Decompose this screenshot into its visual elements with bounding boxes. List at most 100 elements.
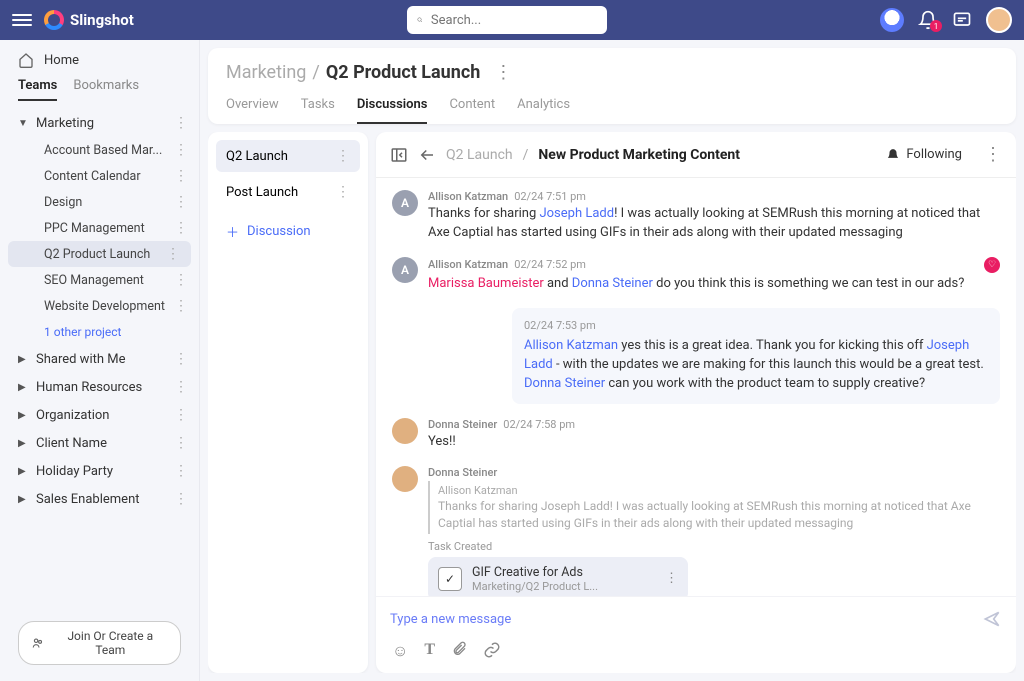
msg-author[interactable]: Donna Steiner xyxy=(428,466,497,479)
disc-menu[interactable]: ⋮ xyxy=(336,148,350,164)
composer-placeholder: Type a new message xyxy=(390,612,511,627)
item-menu[interactable]: ⋮ xyxy=(174,491,189,507)
home-link[interactable]: Home xyxy=(0,40,199,78)
text-format-icon[interactable]: T xyxy=(424,641,435,661)
mention[interactable]: Joseph Ladd xyxy=(539,206,614,221)
item-menu[interactable]: ⋮ xyxy=(174,194,189,210)
other-projects-link[interactable]: 1 other project xyxy=(0,319,199,345)
team-org[interactable]: ▶Organization⋮ xyxy=(0,401,199,429)
home-icon xyxy=(18,52,34,68)
msg-time: 02/24 7:51 pm xyxy=(514,190,586,203)
team-marketing[interactable]: ▼ Marketing ⋮ xyxy=(0,109,199,137)
mention[interactable]: Donna Steiner xyxy=(572,276,653,291)
message-composer[interactable]: Type a new message xyxy=(376,596,1016,641)
tab-tasks[interactable]: Tasks xyxy=(301,97,335,124)
send-icon[interactable] xyxy=(982,609,1002,629)
tab-content[interactable]: Content xyxy=(449,97,495,124)
chevron-right-icon: ▶ xyxy=(18,410,30,421)
tab-overview[interactable]: Overview xyxy=(226,97,279,124)
avatar[interactable]: A xyxy=(392,190,418,216)
attachment-icon[interactable] xyxy=(451,641,467,661)
item-menu[interactable]: ⋮ xyxy=(174,407,189,423)
msg-time: 02/24 7:53 pm xyxy=(524,318,596,334)
item-menu[interactable]: ⋮ xyxy=(166,246,181,262)
mention[interactable]: Marissa Baumeister xyxy=(428,276,544,291)
app-name: Slingshot xyxy=(70,11,134,29)
follow-toggle[interactable]: Following xyxy=(886,147,962,162)
logo-mark xyxy=(44,10,64,30)
task-created-label: Task Created xyxy=(428,540,1000,553)
mention[interactable]: Donna Steiner xyxy=(524,376,605,391)
team-icon xyxy=(31,636,45,650)
item-menu[interactable]: ⋮ xyxy=(174,298,189,314)
msg-text: Thanks for sharing Joseph Ladd! I was ac… xyxy=(428,205,1000,243)
item-menu[interactable]: ⋮ xyxy=(174,220,189,236)
tab-analytics[interactable]: Analytics xyxy=(517,97,570,124)
notifications-icon[interactable]: 1 xyxy=(918,10,938,30)
team-menu[interactable]: ⋮ xyxy=(174,115,189,131)
page-menu[interactable]: ⋮ xyxy=(494,62,512,83)
thread-menu[interactable]: ⋮ xyxy=(984,144,1002,165)
home-label: Home xyxy=(44,53,79,68)
add-discussion-button[interactable]: ＋ Discussion xyxy=(216,212,360,251)
thread-breadcrumb-parent[interactable]: Q2 Launch xyxy=(446,147,513,163)
team-hr[interactable]: ▶Human Resources⋮ xyxy=(0,373,199,401)
disc-menu[interactable]: ⋮ xyxy=(336,184,350,200)
msg-author[interactable]: Donna Steiner xyxy=(428,418,497,431)
avatar[interactable] xyxy=(392,466,418,492)
message: Donna Steiner Allison Katzman Thanks for… xyxy=(392,466,1000,596)
emoji-icon[interactable]: ☺ xyxy=(392,641,408,661)
chat-icon[interactable] xyxy=(952,10,972,30)
team-label: Marketing xyxy=(36,116,94,131)
bot-icon[interactable] xyxy=(880,8,904,32)
project-ppc[interactable]: PPC Management⋮ xyxy=(0,215,199,241)
project-design[interactable]: Design⋮ xyxy=(0,189,199,215)
sidebar-tab-teams[interactable]: Teams xyxy=(18,78,57,101)
chevron-right-icon: ▶ xyxy=(18,494,30,505)
menu-toggle[interactable] xyxy=(12,10,32,30)
sidebar-tab-bookmarks[interactable]: Bookmarks xyxy=(73,78,139,101)
link-icon[interactable] xyxy=(483,641,501,661)
item-menu[interactable]: ⋮ xyxy=(174,379,189,395)
search-input[interactable] xyxy=(431,13,597,28)
global-search[interactable] xyxy=(407,6,607,34)
breadcrumb-parent[interactable]: Marketing xyxy=(226,62,306,83)
discussion-post-launch[interactable]: Post Launch ⋮ xyxy=(216,176,360,208)
project-content-calendar[interactable]: Content Calendar⋮ xyxy=(0,163,199,189)
project-account-based[interactable]: Account Based Mar...⋮ xyxy=(0,137,199,163)
thread-title: New Product Marketing Content xyxy=(538,147,740,163)
project-q2-launch[interactable]: Q2 Product Launch⋮ xyxy=(8,241,191,267)
msg-author[interactable]: Allison Katzman xyxy=(428,190,508,203)
item-menu[interactable]: ⋮ xyxy=(174,272,189,288)
msg-author[interactable]: Allison Katzman xyxy=(428,258,508,271)
tab-discussions[interactable]: Discussions xyxy=(357,97,428,124)
team-client[interactable]: ▶Client Name⋮ xyxy=(0,429,199,457)
item-menu[interactable]: ⋮ xyxy=(174,435,189,451)
task-icon: ✓ xyxy=(438,567,462,591)
collapse-panel-icon[interactable] xyxy=(390,146,408,164)
discussion-q2-launch[interactable]: Q2 Launch ⋮ xyxy=(216,140,360,172)
team-shared[interactable]: ▶Shared with Me⋮ xyxy=(0,345,199,373)
project-website-dev[interactable]: Website Development⋮ xyxy=(0,293,199,319)
task-menu[interactable]: ⋮ xyxy=(665,571,678,586)
user-avatar[interactable] xyxy=(986,7,1012,33)
avatar[interactable]: A xyxy=(392,257,418,283)
page-title: Q2 Product Launch xyxy=(326,62,480,83)
mention[interactable]: Allison Katzman xyxy=(524,338,618,353)
chevron-right-icon: ▶ xyxy=(18,382,30,393)
item-menu[interactable]: ⋮ xyxy=(174,463,189,479)
reaction-icon[interactable]: ♡ xyxy=(984,257,1000,273)
task-card[interactable]: ✓ GIF Creative for Ads Marketing/Q2 Prod… xyxy=(428,557,688,596)
avatar[interactable] xyxy=(392,418,418,444)
team-sales[interactable]: ▶Sales Enablement⋮ xyxy=(0,485,199,513)
back-arrow-icon[interactable] xyxy=(418,146,436,164)
item-menu[interactable]: ⋮ xyxy=(174,142,189,158)
chevron-right-icon: ▶ xyxy=(18,438,30,449)
item-menu[interactable]: ⋮ xyxy=(174,168,189,184)
app-logo[interactable]: Slingshot xyxy=(44,10,134,30)
team-holiday[interactable]: ▶Holiday Party⋮ xyxy=(0,457,199,485)
project-seo[interactable]: SEO Management⋮ xyxy=(0,267,199,293)
join-create-team-button[interactable]: Join Or Create a Team xyxy=(18,621,181,665)
message: A Allison Katzman 02/24 7:51 pm Thanks fo… xyxy=(392,190,1000,243)
item-menu[interactable]: ⋮ xyxy=(174,351,189,367)
